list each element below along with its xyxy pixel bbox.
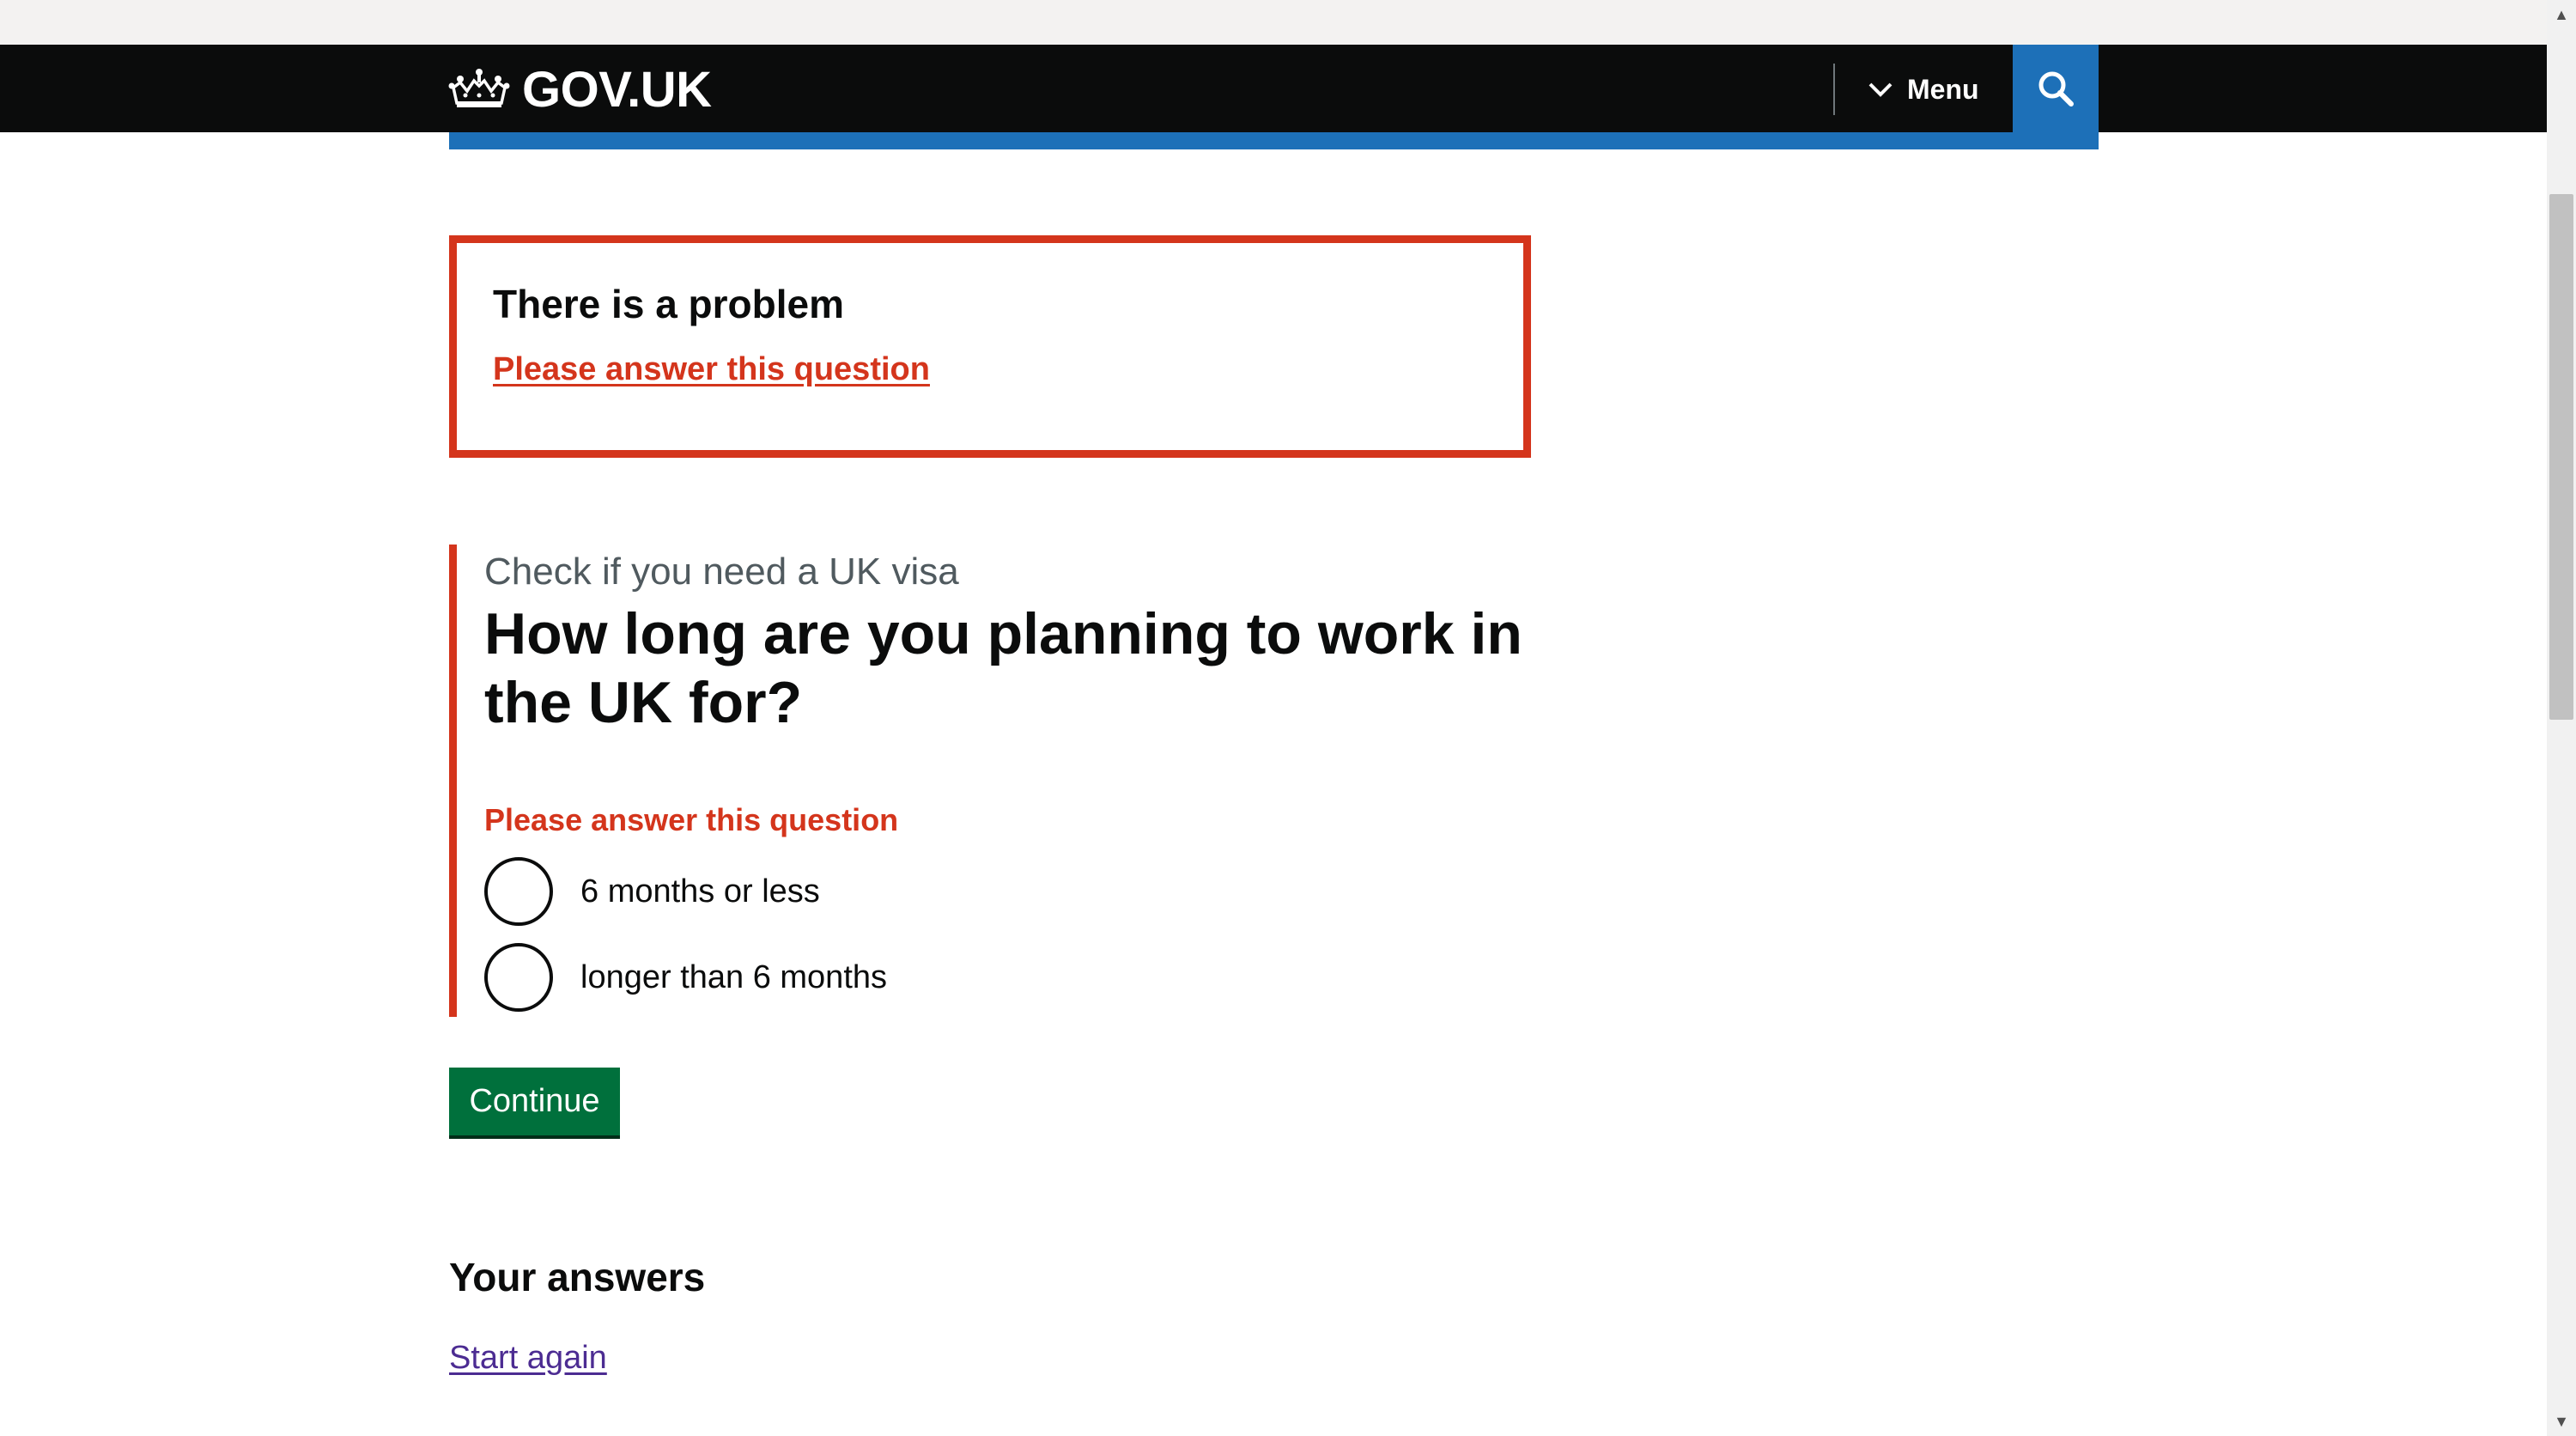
radio-option-longer-than-6-months[interactable]: longer than 6 months	[484, 943, 1531, 1012]
question-caption: Check if you need a UK visa	[484, 551, 959, 593]
field-error-message: Please answer this question	[484, 802, 899, 837]
radio-button[interactable]	[484, 943, 553, 1012]
question-heading: How long are you planning to work in the…	[484, 601, 1522, 735]
scroll-down-arrow-icon[interactable]: ▼	[2547, 1407, 2576, 1436]
header-divider	[1833, 64, 1835, 115]
menu-button[interactable]: Menu	[1868, 62, 1979, 117]
scrollbar-thumb[interactable]	[2549, 194, 2573, 720]
menu-label: Menu	[1907, 73, 1979, 105]
start-again-link[interactable]: Start again	[449, 1340, 607, 1377]
radio-button[interactable]	[484, 857, 553, 926]
search-icon	[2038, 71, 2074, 106]
your-answers-heading: Your answers	[449, 1255, 706, 1299]
error-summary: There is a problem Please answer this qu…	[449, 235, 1531, 458]
radio-label[interactable]: 6 months or less	[580, 873, 820, 910]
error-summary-title: There is a problem	[493, 282, 845, 326]
error-summary-link[interactable]: Please answer this question	[493, 351, 930, 387]
browser-top-strip	[0, 0, 2547, 45]
site-header: GOV.UK Menu	[0, 45, 2547, 132]
search-button[interactable]	[2013, 45, 2099, 132]
crown-icon	[448, 69, 510, 107]
vertical-scrollbar[interactable]: ▲ ▼	[2547, 0, 2576, 1436]
radio-option-6-months-or-less[interactable]: 6 months or less	[484, 857, 1531, 926]
govuk-logo-link[interactable]: GOV.UK	[448, 59, 712, 119]
continue-button[interactable]: Continue	[449, 1068, 620, 1135]
chevron-down-icon	[1868, 82, 1893, 97]
radio-label[interactable]: longer than 6 months	[580, 959, 887, 996]
question-form-group: Check if you need a UK visa How long are…	[449, 545, 1531, 1017]
header-blue-bar	[449, 132, 2099, 149]
scroll-up-arrow-icon[interactable]: ▲	[2547, 0, 2576, 29]
logo-text: GOV.UK	[522, 61, 712, 118]
